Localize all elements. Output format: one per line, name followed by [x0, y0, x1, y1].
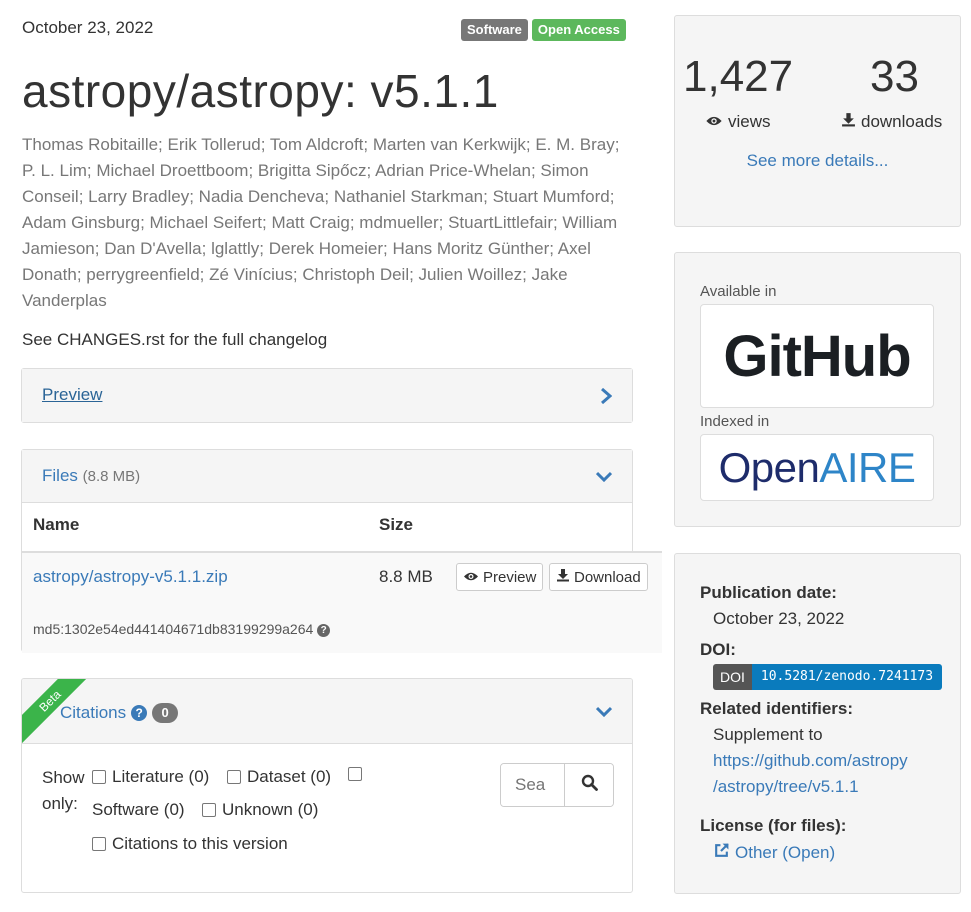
citations-count-badge: 0	[152, 703, 179, 723]
filter-literature[interactable]: Literature (0)	[92, 767, 209, 787]
citations-title[interactable]: Citations ? 0	[60, 703, 179, 723]
indexed-in-label: Indexed in	[700, 413, 770, 430]
citations-panel-header[interactable]: Beta Citations ? 0	[22, 679, 632, 744]
author-list: Thomas Robitaille; Erik Tollerud; Tom Al…	[22, 135, 620, 310]
related-url-line-1[interactable]: https://github.com/astropy	[713, 751, 908, 771]
downloads-count: 33	[870, 52, 919, 101]
filter-this-version-label: Citations to this version	[112, 834, 288, 853]
openaire-logo: OpenAIRE	[719, 444, 916, 492]
download-icon	[556, 568, 570, 586]
chevron-down-icon[interactable]	[596, 470, 612, 482]
access-badge[interactable]: Open Access	[531, 19, 626, 41]
file-preview-label: Preview	[483, 568, 537, 586]
question-circle-icon[interactable]: ?	[131, 705, 148, 721]
doi-badge-value: 10.5281/zenodo.7241173	[751, 664, 943, 690]
filter-dataset-label: Dataset (0)	[247, 767, 332, 786]
openaire-logo-link[interactable]: OpenAIRE	[700, 434, 934, 501]
file-md5: md5:1302e54ed441404671db83199299a264 ?	[33, 621, 331, 637]
files-panel: Files (8.8 MB) Name Size astropy/astropy…	[21, 449, 662, 653]
filter-unknown[interactable]: Unknown (0)	[202, 800, 318, 820]
column-header-name: Name	[33, 515, 80, 534]
file-download-button[interactable]: Download	[549, 563, 648, 591]
doi-badge-prefix: DOI	[713, 664, 752, 690]
downloads-label: downloads	[841, 112, 942, 132]
checkbox[interactable]	[92, 770, 106, 784]
filter-unknown-label: Unknown (0)	[222, 800, 319, 819]
citations-panel: Beta Citations ? 0 Show only: Literature…	[21, 678, 633, 893]
availability-box: Available in GitHub Indexed in OpenAIRE	[674, 252, 961, 527]
openaire-logo-open: Open	[718, 443, 820, 491]
preview-toggle-link[interactable]: Preview	[42, 385, 102, 405]
publication-date-value: October 23, 2022	[713, 609, 845, 628]
license-heading: License (for files):	[700, 816, 847, 835]
file-name-link[interactable]: astropy/astropy-v5.1.1.zip	[33, 567, 228, 587]
stats-box: 1,427 33 views downloads See more detail…	[674, 15, 961, 227]
license-label: Other (Open)	[735, 843, 836, 862]
available-in-label: Available in	[700, 283, 777, 300]
doi-heading: DOI:	[700, 640, 736, 659]
citations-search-input[interactable]	[501, 764, 565, 806]
filter-dataset[interactable]: Dataset (0)	[227, 767, 331, 787]
search-icon	[581, 774, 598, 796]
files-panel-header[interactable]: Files (8.8 MB)	[22, 450, 632, 503]
publication-date-heading: Publication date:	[700, 583, 837, 602]
files-title-label: Files	[42, 466, 78, 485]
github-logo-link[interactable]: GitHub	[700, 304, 934, 408]
preview-panel: Preview	[21, 368, 633, 423]
record-badges: Software Open Access	[461, 19, 626, 41]
chevron-right-icon[interactable]	[600, 387, 612, 404]
checkbox[interactable]	[92, 837, 106, 851]
doi-badge[interactable]: DOI 10.5281/zenodo.7241173	[713, 664, 943, 690]
filter-software-checkbox[interactable]	[348, 767, 362, 781]
files-title[interactable]: Files (8.8 MB)	[42, 466, 140, 486]
publication-date: October 23, 2022	[22, 18, 154, 37]
related-identifiers-heading: Related identifiers:	[700, 699, 854, 718]
license-link[interactable]: Other (Open)	[713, 842, 835, 864]
filter-literature-label: Literature (0)	[112, 767, 210, 786]
openaire-logo-aire: AIRE	[819, 443, 916, 491]
eye-icon	[705, 112, 723, 132]
eye-icon	[463, 569, 479, 586]
file-download-label: Download	[574, 568, 641, 586]
question-icon[interactable]: ?	[317, 623, 331, 637]
downloads-label-text: downloads	[861, 112, 943, 131]
type-badge[interactable]: Software	[461, 19, 528, 41]
checkbox[interactable]	[348, 767, 362, 781]
checkbox[interactable]	[202, 803, 216, 817]
citations-title-label: Citations	[60, 703, 127, 722]
external-link-icon	[713, 842, 730, 864]
github-logo: GitHub	[723, 323, 911, 389]
filter-this-version[interactable]: Citations to this version	[92, 834, 288, 854]
file-preview-button[interactable]: Preview	[456, 563, 544, 591]
search-button[interactable]	[565, 764, 613, 806]
views-label: views	[705, 112, 771, 132]
record-description: See CHANGES.rst for the full changelog	[22, 330, 328, 349]
record-title: astropy/astropy: v5.1.1	[22, 65, 499, 117]
metadata-box: Publication date: October 23, 2022 DOI: …	[674, 553, 961, 894]
related-relation: Supplement to	[713, 725, 823, 744]
column-header-size: Size	[379, 515, 414, 534]
see-more-details-link[interactable]: See more details...	[675, 151, 960, 171]
citations-search	[500, 763, 614, 807]
chevron-down-icon[interactable]	[596, 705, 612, 717]
views-label-text: views	[728, 112, 771, 131]
preview-panel-header[interactable]: Preview	[22, 369, 632, 422]
files-total-size: (8.8 MB)	[82, 468, 141, 485]
related-url-line-2[interactable]: /astropy/tree/v5.1.1	[713, 777, 859, 797]
views-count: 1,427	[683, 52, 794, 101]
table-row: astropy/astropy-v5.1.1.zip 8.8 MB Previe…	[22, 551, 662, 653]
show-only-label: Show only:	[42, 768, 85, 813]
file-md5-value: md5:1302e54ed441404671db83199299a264	[33, 621, 314, 637]
download-icon	[841, 112, 856, 132]
checkbox[interactable]	[227, 770, 241, 784]
file-size: 8.8 MB	[379, 567, 433, 586]
filter-software-label[interactable]: Software (0)	[92, 800, 185, 820]
